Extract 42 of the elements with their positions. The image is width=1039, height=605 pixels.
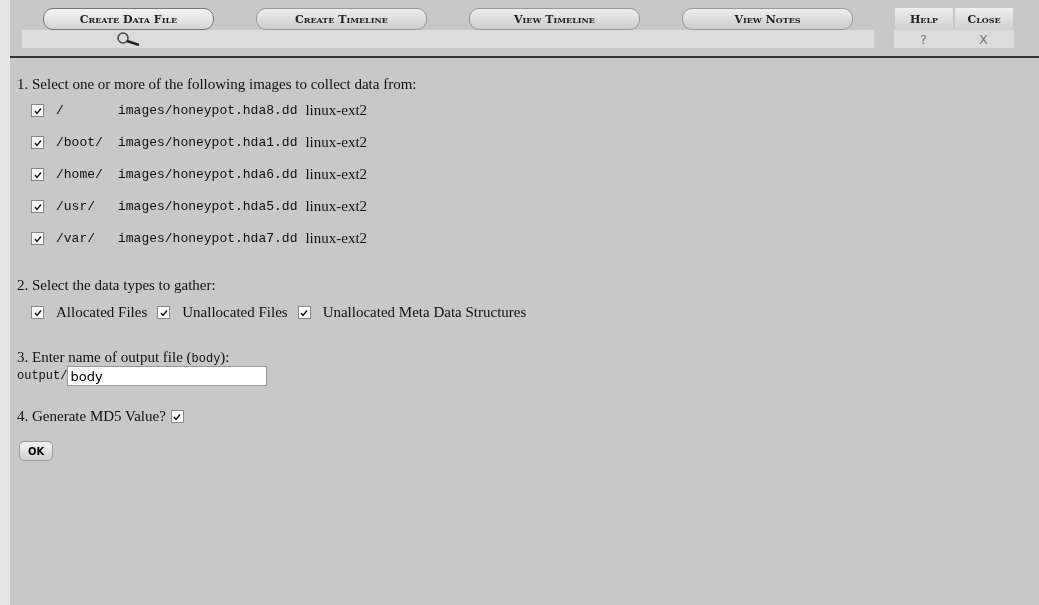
checkbox[interactable] (31, 200, 44, 213)
image-path: images/honeypot.hda8.dd (118, 103, 298, 118)
checkbox[interactable] (31, 168, 44, 181)
checkbox-label: Allocated Files (56, 304, 148, 321)
filesystem-type: linux-ext2 (305, 166, 368, 183)
section-heading: 1. Select one or more of the following images to collect data from: (17, 76, 418, 93)
mount-point: /home/ (56, 167, 104, 182)
nav-tab[interactable]: Create Timeline (256, 8, 427, 30)
checkbox[interactable] (157, 306, 171, 319)
nav-tab[interactable]: View Notes (682, 8, 853, 30)
ok-button[interactable]: OK (19, 441, 54, 461)
glyph-icon: ? (920, 31, 927, 47)
nav-tab[interactable]: View Timeline (469, 8, 640, 30)
filesystem-type: linux-ext2 (305, 230, 368, 247)
md5-label: 4. Generate MD5 Value? (17, 408, 166, 425)
checkbox[interactable] (297, 306, 311, 319)
filesystem-type: linux-ext2 (305, 134, 368, 151)
section-heading: 2. Select the data types to gather: (17, 277, 217, 294)
checkbox[interactable] (31, 104, 44, 117)
image-path: images/honeypot.hda6.dd (118, 167, 298, 182)
path-prefix: output/ (17, 369, 68, 383)
mount-point: /boot/ (56, 135, 104, 150)
nav-button[interactable]: Help (895, 8, 953, 30)
nav-tab[interactable]: Create Data File (43, 8, 214, 30)
checkbox[interactable] (170, 410, 184, 423)
filesystem-type: linux-ext2 (305, 102, 368, 119)
search-icon (115, 32, 141, 46)
output-file-field[interactable]: body (67, 366, 268, 386)
mount-point: /usr/ (56, 199, 96, 214)
checkbox[interactable] (31, 306, 44, 319)
image-path: images/honeypot.hda5.dd (118, 199, 298, 214)
checkbox-label: Unallocated Files (182, 304, 288, 321)
glyph-icon: X (979, 31, 988, 47)
nav-button[interactable]: Close (955, 8, 1013, 30)
mount-point: / (56, 103, 65, 118)
filesystem-type: linux-ext2 (305, 198, 368, 215)
mount-point: /var/ (56, 231, 96, 246)
image-path: images/honeypot.hda1.dd (118, 135, 298, 150)
image-path: images/honeypot.hda7.dd (118, 231, 298, 246)
checkbox-label: Unallocated Meta Data Structures (322, 304, 527, 321)
checkbox[interactable] (31, 136, 44, 149)
checkbox[interactable] (31, 232, 44, 245)
